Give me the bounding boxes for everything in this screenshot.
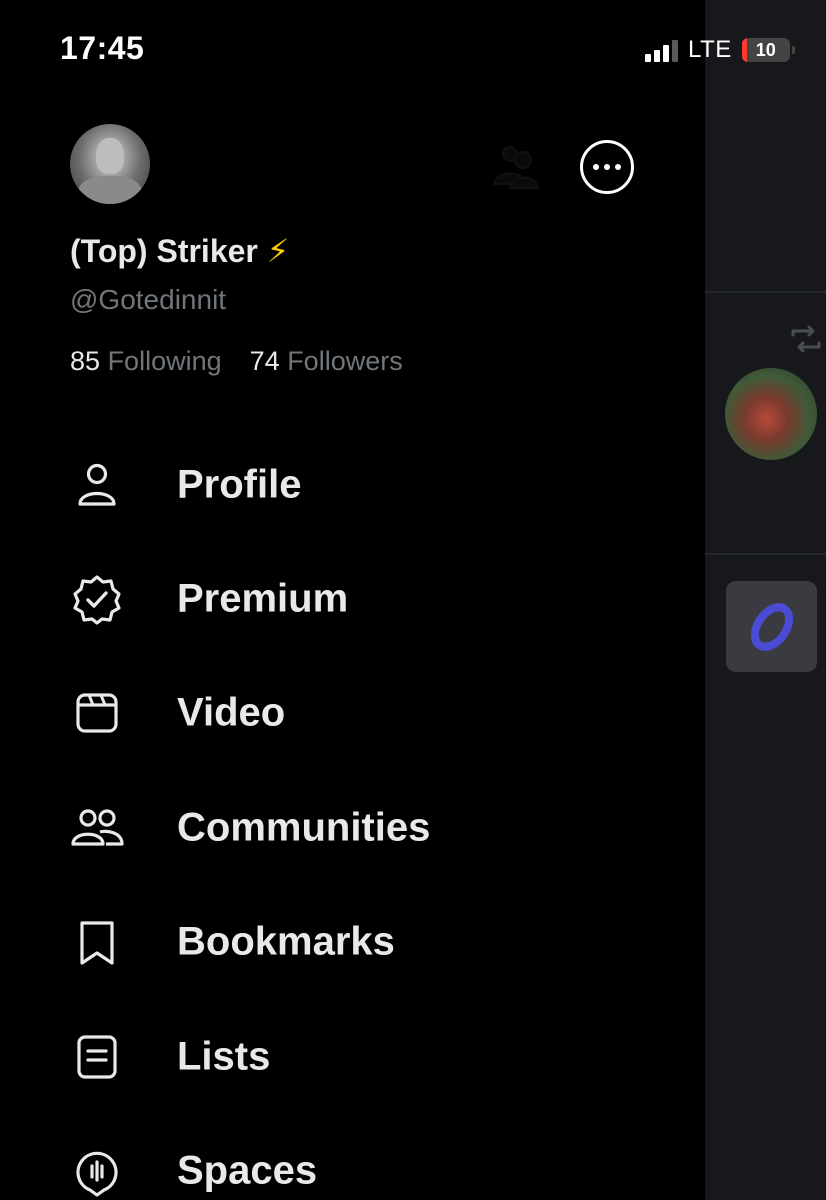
avatar[interactable] [70, 124, 150, 204]
list-icon [77, 1035, 117, 1079]
following-link[interactable]: 85 Following [70, 346, 222, 377]
menu-label-video: Video [177, 690, 286, 735]
menu-item-lists[interactable]: Lists [0, 1000, 705, 1114]
switch-accounts-icon[interactable] [490, 140, 540, 192]
grok-logo-icon [750, 603, 794, 651]
status-time: 17:45 [60, 30, 145, 66]
more-dot [615, 164, 621, 170]
display-name-text: (Top) Striker [70, 233, 258, 269]
grok-icon[interactable] [726, 581, 817, 672]
more-dot [604, 164, 610, 170]
followers-link[interactable]: 74 Followers [250, 346, 403, 377]
menu-label-profile: Profile [177, 462, 302, 507]
menu-item-profile[interactable]: Profile [0, 428, 705, 542]
verified-badge-icon [73, 575, 121, 625]
lightning-emoji: ⚡ [266, 233, 290, 269]
menu-item-bookmarks[interactable]: Bookmarks [0, 885, 705, 999]
side-drawer: 17:45 LTE 10 (Top) Striker ⚡ @Gotedinnit… [0, 0, 795, 1200]
timeline-divider [705, 553, 826, 555]
more-dot [593, 164, 599, 170]
menu-label-lists: Lists [177, 1034, 271, 1079]
follow-stats: 85 Following 74 Followers [70, 346, 403, 377]
followers-count: 74 [249, 346, 280, 376]
battery-level: 10 [755, 39, 776, 60]
menu-label-premium: Premium [177, 576, 349, 621]
user-handle[interactable]: @Gotedinnit [70, 284, 226, 316]
menu-label-communities: Communities [177, 805, 431, 850]
menu-item-spaces[interactable]: Spaces [0, 1114, 705, 1200]
timeline-avatar[interactable] [725, 368, 817, 460]
network-type: LTE [688, 36, 732, 63]
battery-tip [791, 46, 795, 54]
following-count: 85 [70, 346, 101, 376]
more-options-button[interactable] [580, 140, 634, 194]
menu-item-premium[interactable]: Premium [0, 542, 705, 656]
battery-icon: 10 [741, 38, 790, 62]
menu-item-communities[interactable]: Communities [0, 771, 705, 885]
status-indicators: LTE 10 [645, 36, 795, 64]
timeline-background[interactable] [705, 0, 826, 1200]
menu-label-bookmarks: Bookmarks [177, 919, 395, 964]
menu-item-video[interactable]: Video [0, 656, 705, 770]
retweet-icon [791, 325, 821, 353]
communities-icon [71, 809, 124, 846]
spaces-icon [76, 1151, 118, 1197]
bookmark-icon [80, 921, 114, 965]
timeline-divider [705, 291, 826, 293]
display-name[interactable]: (Top) Striker ⚡ [70, 232, 289, 270]
signal-strength-icon [645, 38, 678, 62]
following-label: Following [107, 346, 222, 376]
person-icon [78, 463, 116, 506]
followers-label: Followers [287, 346, 403, 376]
video-icon [76, 693, 118, 733]
menu-label-spaces: Spaces [177, 1148, 318, 1193]
screen: 17:45 LTE 10 (Top) Striker ⚡ @Gotedinnit… [0, 0, 826, 1200]
